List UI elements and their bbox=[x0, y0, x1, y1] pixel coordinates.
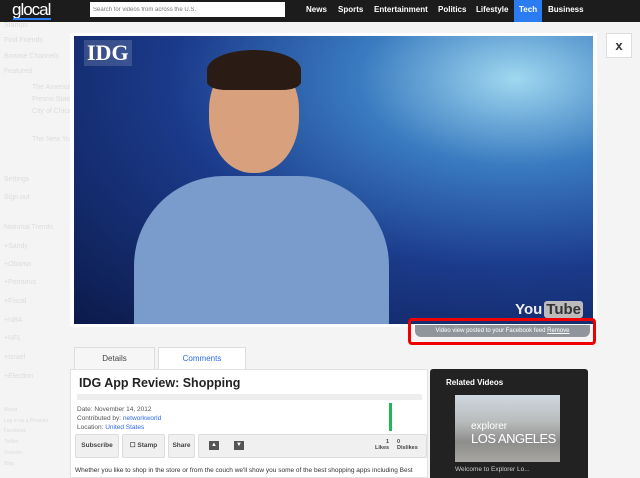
background-sidebar-item: Facebook bbox=[4, 428, 26, 434]
location-link[interactable]: United States bbox=[105, 424, 144, 431]
video-frame[interactable]: IDG You Tube bbox=[74, 36, 593, 324]
background-sidebar-item: Twitter bbox=[4, 439, 19, 445]
glocal-logo[interactable]: glocal bbox=[12, 0, 51, 20]
likes-count: 1 Likes bbox=[375, 439, 389, 451]
background-sidebar-item: Find Friends bbox=[4, 37, 43, 44]
youtube-tube: Tube bbox=[544, 301, 583, 318]
nav-lifestyle[interactable]: Lifestyle bbox=[472, 0, 512, 22]
video-player[interactable]: IDG You Tube bbox=[70, 33, 597, 327]
contributor-link[interactable]: networkworld bbox=[123, 415, 161, 422]
details-panel: IDG App Review: Shopping Date: November … bbox=[70, 369, 428, 478]
presenter-shirt bbox=[134, 176, 389, 324]
background-sidebar-item: +Petraeus bbox=[4, 279, 37, 286]
thumbs-up-icon[interactable]: ▲ bbox=[209, 441, 219, 450]
logo-underline bbox=[13, 18, 51, 20]
background-sidebar-item: The American bbox=[32, 84, 76, 91]
nav-business[interactable]: Business bbox=[544, 0, 588, 22]
youtube-watermark[interactable]: You Tube bbox=[513, 301, 583, 318]
background-sidebar-item: Blog bbox=[4, 461, 15, 467]
contributor-line: Contributed by: networkworld bbox=[77, 415, 161, 422]
background-sidebar-item: National Trends bbox=[4, 224, 54, 231]
background-sidebar-item: Browse Channels bbox=[4, 53, 59, 60]
background-sidebar-item: Settings bbox=[4, 176, 30, 183]
nav-sports[interactable]: Sports bbox=[334, 0, 367, 22]
background-sidebar-item: +Fiscal bbox=[4, 298, 27, 305]
stamp-label: Stamp bbox=[137, 442, 158, 449]
tab-details[interactable]: Details bbox=[74, 347, 155, 370]
background-sidebar-item: Sign out bbox=[4, 194, 30, 201]
nav-tech[interactable]: Tech bbox=[514, 0, 543, 22]
related-video-thumbnail[interactable]: explorer LOS ANGELES bbox=[455, 395, 560, 462]
background-sidebar-item: +NFL bbox=[4, 335, 22, 342]
background-sidebar-item: +Sandy bbox=[4, 243, 28, 250]
related-videos-panel: Related Videos explorer LOS ANGELES Welc… bbox=[430, 369, 588, 478]
thumbnail-text-city: LOS ANGELES bbox=[471, 431, 556, 446]
background-sidebar-item: Featured bbox=[4, 68, 33, 75]
vote-box bbox=[198, 434, 427, 458]
stamp-button[interactable]: ☐ Stamp bbox=[122, 434, 165, 458]
divider bbox=[77, 394, 422, 400]
highlight-box bbox=[408, 318, 596, 345]
share-button[interactable]: Share bbox=[168, 434, 195, 458]
location-label: Location: bbox=[77, 424, 104, 431]
date: Date: November 14, 2012 bbox=[77, 406, 152, 413]
subscribe-button[interactable]: Subscribe bbox=[75, 434, 119, 458]
background-sidebar-item: +Israel bbox=[4, 354, 26, 361]
dislikes-count: 0 Dislikes bbox=[397, 439, 418, 451]
background-sidebar-item: Youtube bbox=[4, 450, 23, 456]
background-sidebar-item: +NBA bbox=[4, 317, 23, 324]
presenter-hair bbox=[207, 50, 301, 90]
top-nav-bar: glocal News Sports Entertainment Politic… bbox=[0, 0, 640, 22]
dislikes-label: Dislikes bbox=[397, 445, 418, 451]
nav-entertainment[interactable]: Entertainment bbox=[370, 0, 432, 22]
background-sidebar-item: Fresno State bbox=[32, 96, 73, 103]
nav-politics[interactable]: Politics bbox=[434, 0, 470, 22]
background-sidebar-item: Log in as a Provider bbox=[4, 418, 49, 424]
video-title: IDG App Review: Shopping bbox=[79, 376, 241, 390]
tab-comments[interactable]: Comments bbox=[158, 347, 246, 370]
background-sidebar-item: +Election bbox=[4, 373, 33, 380]
related-title: Related Videos bbox=[446, 378, 504, 387]
background-sidebar-item: Stamps bbox=[4, 22, 28, 29]
background-sidebar-item: About bbox=[4, 407, 18, 413]
nav-news[interactable]: News bbox=[302, 0, 331, 22]
related-video-caption[interactable]: Welcome to Explorer Lo... bbox=[455, 466, 530, 473]
close-button[interactable]: x bbox=[606, 33, 632, 58]
video-description: Whether you like to shop in the store or… bbox=[75, 467, 413, 474]
contributor-label: Contributed by: bbox=[77, 415, 122, 422]
location-line: Location: United States bbox=[77, 424, 144, 431]
likes-label: Likes bbox=[375, 445, 390, 451]
thumbs-down-icon[interactable]: ▼ bbox=[234, 441, 244, 450]
search-input[interactable] bbox=[90, 2, 285, 17]
background-sidebar-item: +Obama bbox=[4, 261, 32, 268]
likes-ratio-bar bbox=[389, 403, 392, 431]
idg-logo: IDG bbox=[84, 40, 132, 66]
youtube-you: You bbox=[515, 301, 543, 318]
